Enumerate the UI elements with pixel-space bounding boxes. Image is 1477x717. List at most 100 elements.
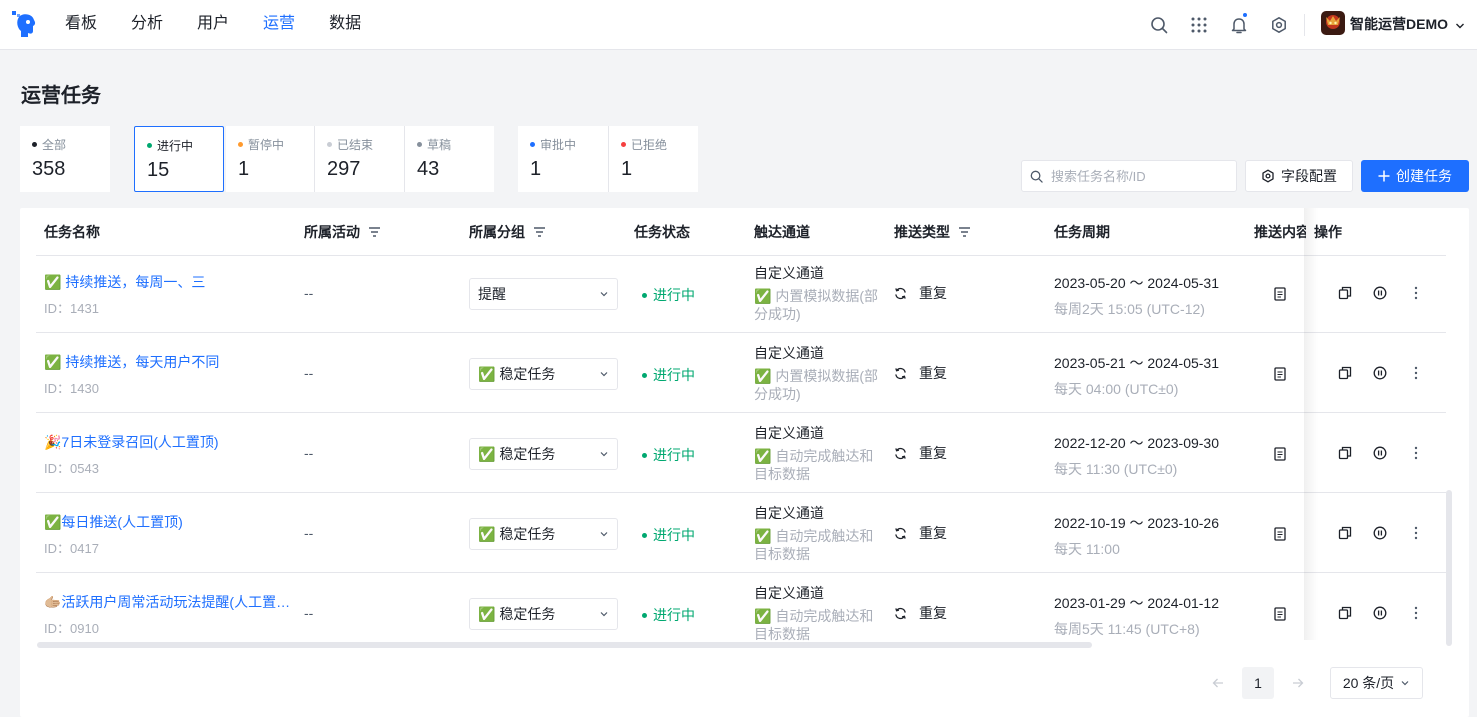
stat-card-rejected[interactable]: 已拒绝 1	[609, 126, 698, 192]
stat-value: 358	[32, 158, 66, 180]
col-header-actions: 操作	[1314, 222, 1342, 242]
document-icon[interactable]	[1274, 367, 1286, 384]
status-badge: 进行中	[642, 445, 695, 465]
pause-icon[interactable]	[1373, 526, 1387, 543]
page-number-current[interactable]: 1	[1242, 667, 1274, 699]
page-title: 运营任务	[21, 85, 101, 107]
nav-item-dashboard[interactable]: 看板	[48, 0, 114, 50]
document-icon[interactable]	[1274, 287, 1286, 304]
status-badge: 进行中	[642, 525, 695, 545]
repeat-icon	[895, 367, 906, 379]
copy-icon[interactable]	[1338, 606, 1352, 623]
horizontal-scrollbar[interactable]	[37, 642, 1092, 648]
channel-name: 自定义通道	[754, 585, 824, 601]
stat-card-paused[interactable]: 暂停中 1	[226, 126, 314, 192]
more-vertical-icon[interactable]	[1414, 286, 1418, 303]
filter-icon[interactable]	[958, 226, 971, 238]
brand-logo[interactable]	[10, 9, 40, 39]
push-type: 重复	[894, 363, 947, 383]
group-select[interactable]: ✅ 稳定任务	[469, 358, 618, 390]
more-vertical-icon[interactable]	[1414, 366, 1418, 383]
stat-label-text: 进行中	[157, 139, 194, 153]
page-size-value: 20 条/页	[1342, 675, 1395, 691]
nav-item-users[interactable]: 用户	[180, 0, 246, 50]
task-name-link[interactable]: 🫱🏼活跃用户周常活动玩法提醒(人工置顶)	[44, 592, 294, 612]
search-icon[interactable]	[1146, 12, 1172, 38]
col-header-label: 任务状态	[634, 224, 690, 240]
stat-card-all[interactable]: 全部 358	[20, 126, 110, 192]
field-config-button[interactable]: 字段配置	[1245, 160, 1353, 192]
col-header-period: 任务周期	[1054, 222, 1110, 242]
copy-icon[interactable]	[1338, 286, 1352, 303]
search-input[interactable]	[1051, 168, 1221, 184]
page-size-select[interactable]: 20 条/页	[1330, 667, 1423, 699]
group-select[interactable]: ✅ 稳定任务	[469, 598, 618, 630]
push-type-text: 重复	[919, 525, 947, 541]
nav-item-operations[interactable]: 运营	[246, 0, 312, 50]
task-name-link[interactable]: ✅每日推送(人工置顶)	[44, 512, 294, 532]
stat-label: 已拒绝	[621, 136, 686, 153]
prev-page-button[interactable]	[1208, 668, 1228, 698]
more-vertical-icon[interactable]	[1414, 446, 1418, 463]
more-vertical-icon[interactable]	[1414, 526, 1418, 543]
gear-icon[interactable]	[1266, 12, 1292, 38]
top-navbar: 看板 分析 用户 运营 数据 智能运营DEMO	[0, 0, 1477, 50]
col-header-label: 所属分组	[469, 224, 525, 240]
task-name-link[interactable]: 🎉7日未登录召回(人工置顶)	[44, 432, 294, 452]
apps-grid-icon[interactable]	[1186, 12, 1212, 38]
status-dot	[147, 143, 152, 148]
copy-icon[interactable]	[1338, 526, 1352, 543]
document-icon[interactable]	[1274, 527, 1286, 544]
stat-value: 297	[327, 158, 361, 180]
stat-card-draft[interactable]: 草稿 43	[405, 126, 494, 192]
pause-icon[interactable]	[1373, 446, 1387, 463]
pause-icon[interactable]	[1373, 366, 1387, 383]
gear-icon	[1262, 169, 1274, 183]
pause-icon[interactable]	[1373, 286, 1387, 303]
filter-icon[interactable]	[533, 226, 546, 238]
activity-value: --	[304, 285, 314, 301]
create-task-label: 创建任务	[1396, 168, 1452, 184]
period-range: 2023-01-29 ～ 2024-01-12	[1054, 595, 1220, 611]
more-vertical-icon[interactable]	[1414, 606, 1418, 623]
channel-name: 自定义通道	[754, 505, 824, 521]
document-icon[interactable]	[1274, 607, 1286, 624]
avatar[interactable]	[1321, 11, 1345, 35]
stat-label-text: 暂停中	[248, 138, 285, 152]
period-schedule: 每天 11:00	[1054, 541, 1120, 557]
stat-card-approving[interactable]: 审批中 1	[518, 126, 608, 192]
push-type: 重复	[894, 283, 947, 303]
group-select[interactable]: 提醒	[469, 278, 618, 310]
push-type-text: 重复	[919, 445, 947, 461]
next-page-button[interactable]	[1288, 668, 1308, 698]
task-id: ID：1431	[44, 301, 99, 316]
col-header-label: 推送内容	[1254, 224, 1306, 240]
copy-icon[interactable]	[1338, 366, 1352, 383]
status-dot	[530, 142, 535, 147]
stat-label: 全部	[32, 136, 98, 153]
group-select[interactable]: ✅ 稳定任务	[469, 438, 618, 470]
stat-card-running[interactable]: 进行中 15	[134, 126, 224, 192]
activity-value: --	[304, 365, 314, 381]
group-select[interactable]: ✅ 稳定任务	[469, 518, 618, 550]
task-name-link[interactable]: ✅ 持续推送，每天用户不同	[44, 352, 294, 372]
document-icon[interactable]	[1274, 447, 1286, 464]
search-icon	[1030, 170, 1043, 183]
user-name[interactable]: 智能运营DEMO	[1350, 14, 1448, 34]
bell-icon[interactable]	[1226, 12, 1252, 38]
channel-detail: ✅ 内置模拟数据(部分成功)	[754, 288, 878, 322]
plus-icon	[1378, 170, 1390, 182]
copy-icon[interactable]	[1338, 446, 1352, 463]
nav-item-analysis[interactable]: 分析	[114, 0, 180, 50]
filter-icon[interactable]	[368, 226, 381, 238]
pause-icon[interactable]	[1373, 606, 1387, 623]
vertical-scrollbar[interactable]	[1446, 490, 1452, 646]
task-name-link[interactable]: ✅ 持续推送，每周一、三	[44, 272, 294, 292]
chevron-down-icon	[600, 372, 608, 377]
create-task-button[interactable]: 创建任务	[1361, 160, 1469, 192]
col-header-label: 推送类型	[894, 224, 950, 240]
nav-item-data[interactable]: 数据	[312, 0, 378, 50]
chevron-down-icon[interactable]	[1455, 18, 1465, 34]
stat-card-ended[interactable]: 已结束 297	[315, 126, 404, 192]
status-badge: 进行中	[642, 285, 695, 305]
